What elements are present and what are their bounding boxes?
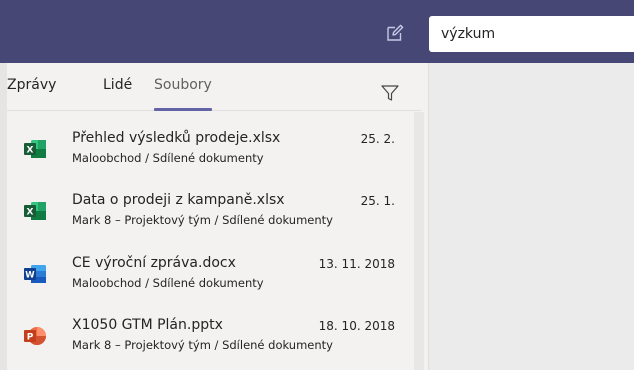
file-name: X1050 GTM Plán.pptx (72, 317, 223, 333)
right-pane (428, 63, 634, 370)
svg-text:X: X (27, 146, 34, 156)
file-date: 25. 1. (360, 194, 395, 208)
file-path: Mark 8 – Projektový tým / Sdílené dokume… (72, 338, 333, 352)
file-name: CE výroční zpráva.docx (72, 255, 236, 271)
list-item[interactable]: X Přehled výsledků prodeje.xlsx Maloobch… (7, 120, 413, 182)
search-input[interactable] (441, 26, 634, 42)
search-box[interactable] (429, 16, 634, 52)
file-date: 13. 11. 2018 (318, 257, 395, 271)
tab-files-label: Soubory (154, 77, 212, 93)
excel-icon: X (23, 138, 47, 160)
excel-icon: X (23, 200, 47, 222)
svg-text:W: W (25, 271, 35, 281)
list-item[interactable]: P X1050 GTM Plán.pptx Mark 8 – Projektov… (7, 307, 413, 369)
file-date: 18. 10. 2018 (318, 319, 395, 333)
list-item[interactable]: X Data o prodeji z kampaně.xlsx Mark 8 –… (7, 182, 413, 244)
tab-people[interactable]: Lidé (103, 77, 132, 109)
file-list: X Přehled výsledků prodeje.xlsx Maloobch… (7, 112, 413, 370)
tab-messages-label: Zprávy (7, 77, 57, 93)
tab-files[interactable]: Soubory (154, 77, 212, 111)
file-name: Přehled výsledků prodeje.xlsx (72, 130, 281, 146)
file-path: Maloobchod / Sdílené dokumenty (72, 276, 264, 290)
filter-icon[interactable] (380, 83, 400, 103)
tab-people-label: Lidé (103, 77, 133, 93)
file-path: Maloobchod / Sdílené dokumenty (72, 151, 264, 165)
svg-text:P: P (27, 333, 34, 343)
powerpoint-icon: P (23, 325, 47, 347)
search-tabs: Zprávy Lidé Soubory (7, 63, 421, 111)
tab-messages[interactable]: Zprávy (7, 77, 56, 109)
active-tab-indicator (154, 108, 212, 111)
word-icon: W (23, 263, 47, 285)
scrollbar[interactable] (414, 112, 424, 370)
file-date: 25. 2. (360, 132, 395, 146)
compose-icon[interactable] (384, 22, 406, 44)
file-name: Data o prodeji z kampaně.xlsx (72, 192, 285, 208)
left-pane-edge (0, 63, 7, 370)
list-item[interactable]: W CE výroční zpráva.docx Maloobchod / Sd… (7, 245, 413, 307)
svg-text:X: X (27, 208, 34, 218)
file-path: Mark 8 – Projektový tým / Sdílené dokume… (72, 213, 333, 227)
